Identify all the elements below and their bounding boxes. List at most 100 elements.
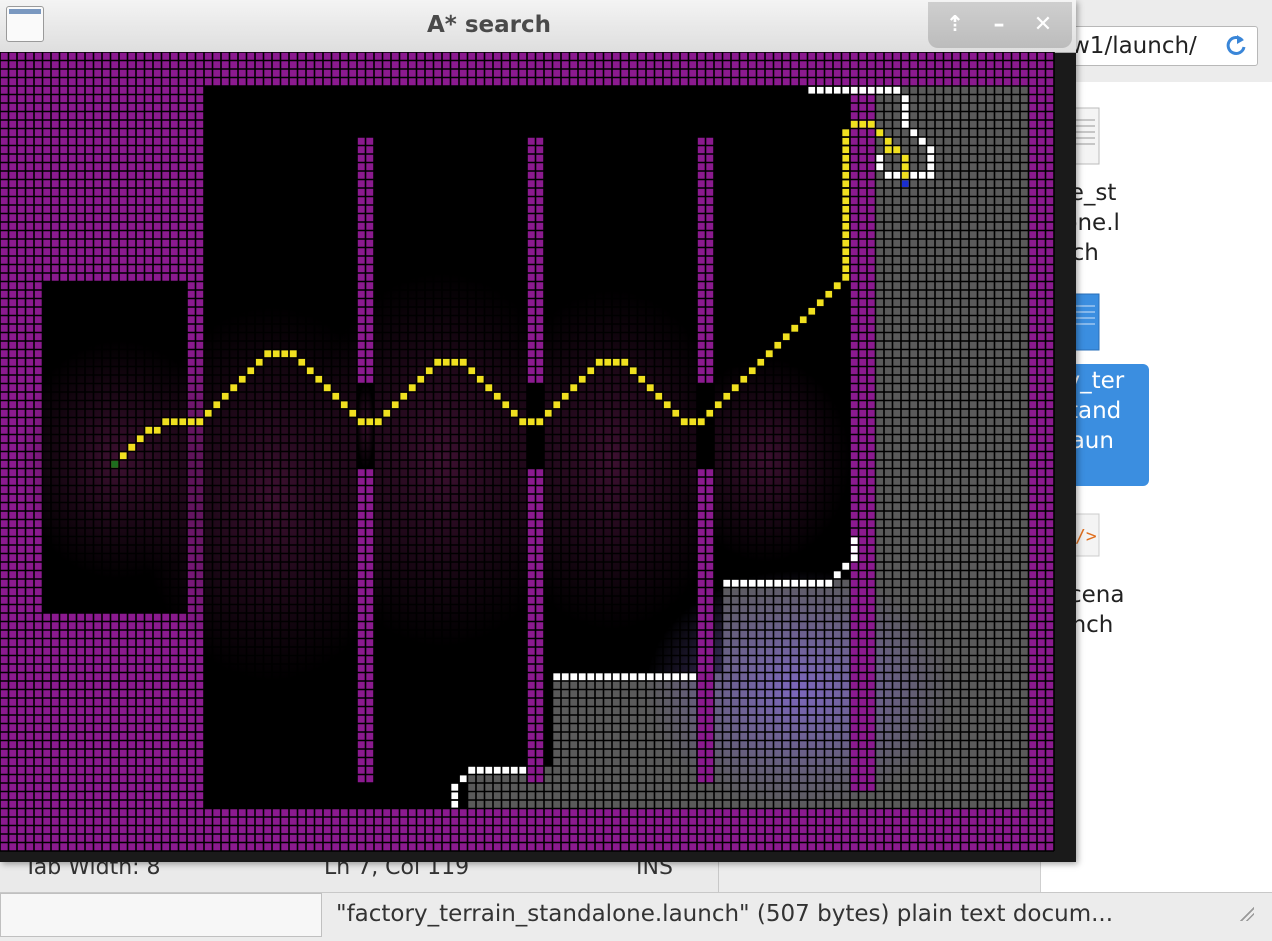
frontier-cell <box>884 171 892 179</box>
frontier-cell <box>876 86 884 94</box>
frontier-cell <box>748 579 756 587</box>
frontier-cell <box>901 112 909 120</box>
path-cell <box>663 401 671 409</box>
path-cell <box>723 392 731 400</box>
frontier-cell <box>570 673 578 681</box>
frontier-cell <box>672 673 680 681</box>
frontier-cell <box>451 783 459 791</box>
path-cell <box>502 401 510 409</box>
resize-grip[interactable] <box>1240 907 1254 921</box>
path-cell <box>850 120 858 128</box>
path-cell <box>782 333 790 341</box>
path-cell <box>332 392 340 400</box>
minimize-button[interactable]: – <box>984 10 1014 40</box>
refresh-icon[interactable] <box>1223 32 1249 58</box>
frontier-cell <box>918 171 926 179</box>
path-cell <box>740 375 748 383</box>
path-cell <box>731 384 739 392</box>
path-cell <box>842 171 850 179</box>
path-cell <box>893 146 901 154</box>
path-cell <box>289 350 297 358</box>
path-cell <box>748 367 756 375</box>
path-cell <box>689 418 697 426</box>
path-cell <box>264 350 272 358</box>
path-cell <box>153 426 161 434</box>
path-cell <box>510 409 518 417</box>
path-cell <box>612 358 620 366</box>
path-cell <box>527 418 535 426</box>
frontier-cell <box>842 86 850 94</box>
path-cell <box>646 384 654 392</box>
path-cell <box>400 392 408 400</box>
path-cell <box>638 375 646 383</box>
frontier-cell <box>612 673 620 681</box>
path-cell <box>706 409 714 417</box>
path-cell <box>842 265 850 273</box>
path-cell <box>187 418 195 426</box>
frontier-cell <box>893 171 901 179</box>
grid-map[interactable] <box>0 52 1070 860</box>
frontier-cell <box>850 545 858 553</box>
frontier-cell <box>901 120 909 128</box>
location-text: w1/launch/ <box>1071 33 1197 59</box>
frontier-cell <box>476 766 484 774</box>
path-cell <box>714 401 722 409</box>
frontier-cell <box>510 766 518 774</box>
frontier-cell <box>451 800 459 808</box>
path-cell <box>842 154 850 162</box>
path-cell <box>842 146 850 154</box>
frontier-cell <box>850 537 858 545</box>
svg-text:/>: /> <box>1075 526 1097 547</box>
frontier-cell <box>808 579 816 587</box>
path-cell <box>442 358 450 366</box>
frontier-cell <box>782 579 790 587</box>
path-cell <box>493 392 501 400</box>
path-cell <box>536 418 544 426</box>
path-cell <box>621 358 629 366</box>
frontier-cell <box>893 86 901 94</box>
path-cell <box>383 409 391 417</box>
frontier-cell <box>765 579 773 587</box>
frontier-cell <box>816 579 824 587</box>
path-cell <box>136 435 144 443</box>
path-cell <box>757 358 765 366</box>
frontier-cell <box>731 579 739 587</box>
frontier-cell <box>595 673 603 681</box>
path-cell <box>196 418 204 426</box>
path-cell <box>655 392 663 400</box>
path-cell <box>842 188 850 196</box>
path-cell <box>901 163 909 171</box>
astar-window: A* search ⇡ – ✕ <box>0 0 1076 862</box>
path-cell <box>119 452 127 460</box>
title-bar[interactable]: A* search ⇡ – ✕ <box>0 0 1076 53</box>
path-cell <box>468 367 476 375</box>
frontier-cell <box>910 129 918 137</box>
path-cell <box>587 367 595 375</box>
path-cell <box>128 443 136 451</box>
frontier-cell <box>519 766 527 774</box>
path-cell <box>774 341 782 349</box>
maximize-button[interactable]: ⇡ <box>940 10 970 40</box>
path-cell <box>170 418 178 426</box>
grid-canvas[interactable] <box>0 52 1070 860</box>
frontier-cell <box>646 673 654 681</box>
frontier-cell <box>680 673 688 681</box>
path-cell <box>145 426 153 434</box>
path-cell <box>604 358 612 366</box>
path-cell <box>680 418 688 426</box>
path-cell <box>247 367 255 375</box>
path-cell <box>366 418 374 426</box>
path-cell <box>561 392 569 400</box>
frontier-cell <box>502 766 510 774</box>
path-cell <box>519 418 527 426</box>
path-cell <box>629 367 637 375</box>
close-button[interactable]: ✕ <box>1028 10 1058 40</box>
frontier-cell <box>689 673 697 681</box>
frontier-cell <box>825 579 833 587</box>
frontier-cell <box>561 673 569 681</box>
path-cell <box>884 137 892 145</box>
window-controls: ⇡ – ✕ <box>928 2 1072 48</box>
path-cell <box>272 350 280 358</box>
path-cell <box>298 358 306 366</box>
statusbar-entry[interactable] <box>0 893 322 937</box>
